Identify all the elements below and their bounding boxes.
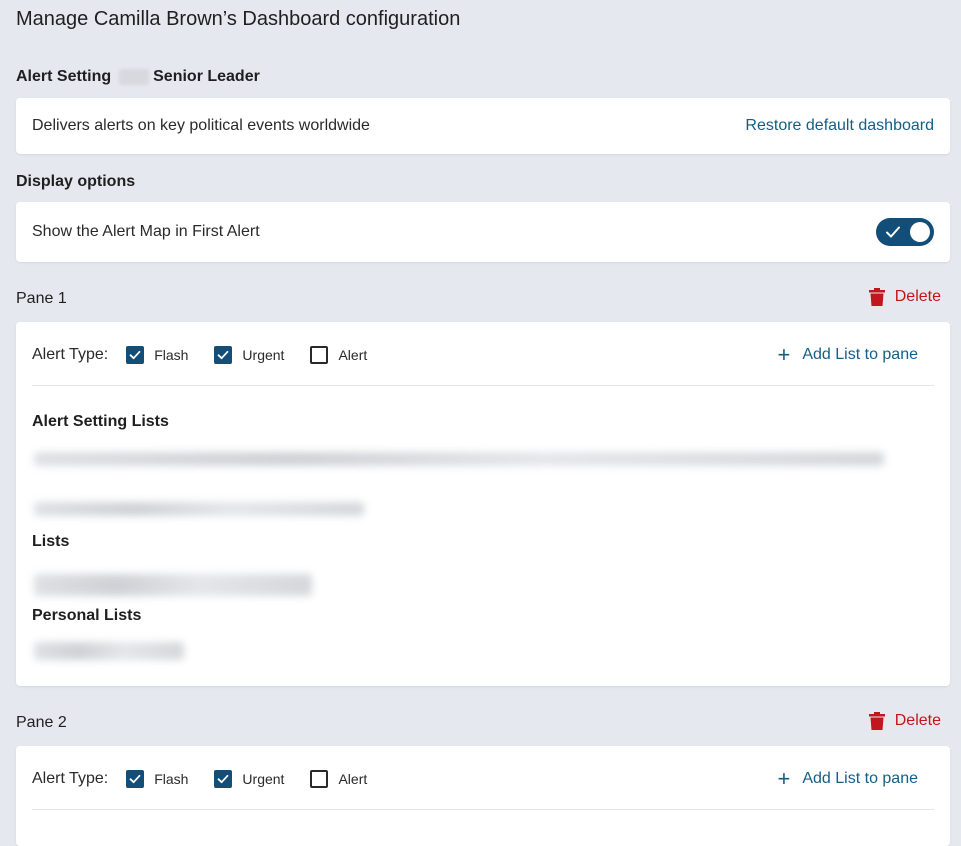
divider — [32, 385, 934, 386]
alert-label: Alert — [338, 347, 368, 363]
checkmark-icon — [129, 774, 141, 784]
alert-label: Alert — [338, 771, 368, 787]
redacted-chip — [119, 69, 150, 85]
flash-label: Flash — [154, 771, 189, 787]
pane-1-alert-checkbox[interactable]: Alert — [310, 346, 367, 364]
alert-setting-lists-heading: Alert Setting Lists — [32, 413, 169, 430]
checkbox-on — [126, 770, 145, 788]
trash-icon — [868, 288, 885, 306]
pane-1-flash-checkbox[interactable]: Flash — [126, 346, 188, 364]
checkbox-off — [310, 770, 329, 788]
add-list-label: Add List to pane — [802, 770, 918, 787]
pane-2-flash-checkbox[interactable]: Flash — [126, 770, 188, 788]
checkbox-on — [214, 770, 233, 788]
pane-1-add-list-button[interactable]: + Add List to pane — [777, 342, 919, 367]
redacted-list-item — [34, 452, 884, 466]
page-title: Manage Camilla Brown’s Dashboard configu… — [16, 8, 461, 30]
alert-type-label: Alert Type: — [32, 346, 109, 363]
pane-2-delete-label: Delete — [894, 712, 941, 729]
dashboard-config-page: Manage Camilla Brown’s Dashboard configu… — [0, 0, 961, 846]
alert-setting-label: Alert Setting — [16, 68, 112, 85]
restore-default-dashboard-link[interactable]: Restore default dashboard — [745, 117, 934, 135]
trash-icon — [868, 712, 885, 730]
divider — [32, 809, 934, 810]
pane-2-title: Pane 2 — [16, 714, 67, 731]
pane-2-alert-checkbox[interactable]: Alert — [310, 770, 367, 788]
display-options-heading: Display options — [16, 173, 136, 190]
check-icon — [886, 226, 900, 238]
plus-icon: + — [777, 766, 791, 791]
alert-setting-description: Delivers alerts on key political events … — [32, 117, 370, 134]
display-options-card: Show the Alert Map in First Alert — [16, 202, 950, 262]
alert-type-label: Alert Type: — [32, 770, 109, 787]
alert-setting-card: Delivers alerts on key political events … — [16, 98, 950, 154]
flash-label: Flash — [154, 347, 189, 363]
redacted-list-item — [34, 502, 364, 516]
redacted-list-item — [34, 574, 312, 596]
pane-1-urgent-checkbox[interactable]: Urgent — [214, 346, 284, 364]
checkbox-on — [126, 346, 145, 364]
checkmark-icon — [218, 350, 229, 360]
pane-2-delete-button[interactable]: Delete — [868, 712, 941, 730]
alert-map-toggle[interactable] — [876, 218, 934, 246]
checkbox-off — [310, 346, 329, 364]
add-list-label: Add List to pane — [802, 346, 918, 363]
pane-1-alert-type-row: Alert Type: Flash Urgent Alert — [32, 346, 393, 364]
toggle-knob — [910, 222, 930, 242]
pane-2-alert-type-row: Alert Type: Flash Urgent Alert — [32, 770, 393, 788]
urgent-label: Urgent — [242, 347, 285, 363]
alert-setting-role: Senior Leader — [153, 68, 260, 85]
pane-1-delete-label: Delete — [894, 288, 941, 305]
pane-1-delete-button[interactable]: Delete — [868, 288, 941, 306]
checkbox-on — [214, 346, 233, 364]
alert-setting-heading: Alert Setting Senior Leader — [16, 68, 260, 86]
lists-heading: Lists — [32, 533, 70, 550]
checkmark-icon — [218, 774, 229, 784]
plus-icon: + — [777, 342, 791, 367]
pane-1-card: Alert Type: Flash Urgent Alert + Add Lis… — [16, 322, 950, 686]
checkmark-icon — [129, 350, 141, 360]
alert-map-toggle-label: Show the Alert Map in First Alert — [32, 223, 260, 240]
pane-2-add-list-button[interactable]: + Add List to pane — [777, 766, 919, 791]
personal-lists-heading: Personal Lists — [32, 607, 142, 624]
pane-2-urgent-checkbox[interactable]: Urgent — [214, 770, 284, 788]
pane-2-card: Alert Type: Flash Urgent Alert + Add Lis… — [16, 746, 950, 846]
urgent-label: Urgent — [242, 771, 285, 787]
pane-1-title: Pane 1 — [16, 290, 67, 307]
redacted-list-item — [34, 642, 184, 660]
